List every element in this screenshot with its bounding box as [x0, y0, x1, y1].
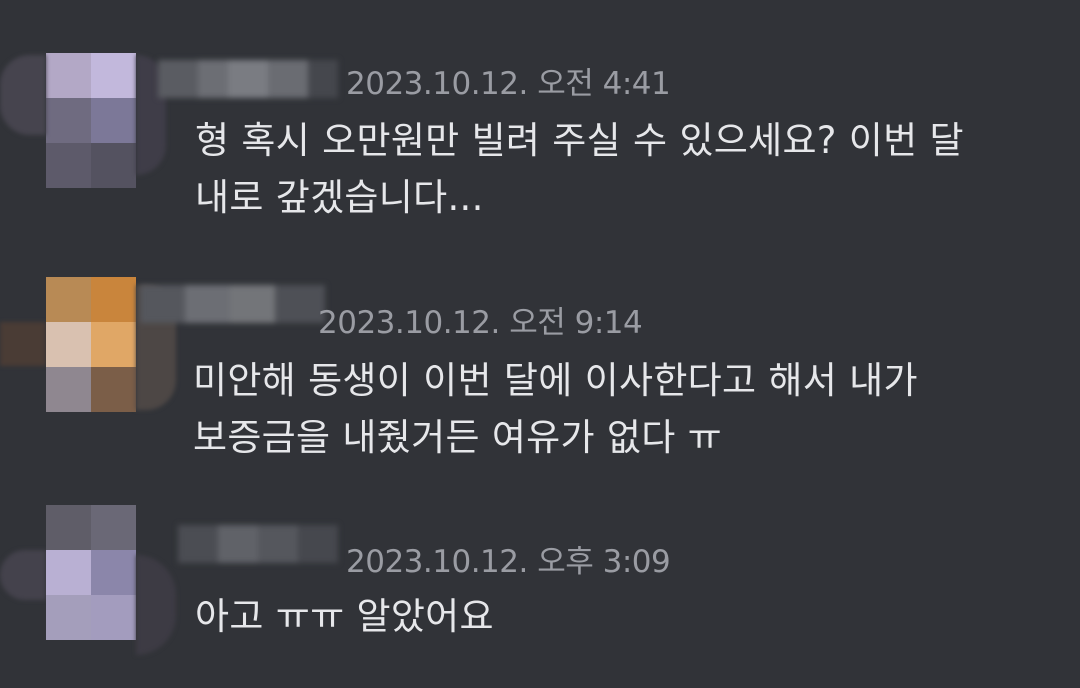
message-line: 내로 갚겠습니다... — [195, 176, 484, 219]
avatar[interactable] — [46, 277, 136, 412]
avatar[interactable] — [46, 53, 136, 188]
message-text: 미안해 동생이 이번 달에 이사한다고 해서 내가 보증금을 내줬거든 여유가 … — [193, 352, 918, 466]
message-timestamp: 2023.10.12. 오후 3:09 — [346, 544, 671, 580]
username[interactable] — [140, 285, 325, 325]
message-timestamp: 2023.10.12. 오전 4:41 — [346, 66, 671, 102]
username[interactable] — [158, 60, 338, 100]
message-timestamp: 2023.10.12. 오전 9:14 — [318, 305, 643, 341]
message-text: 아고 ㅠㅠ 알았어요 — [195, 588, 494, 645]
chat-message-list: 2023.10.12. 오전 4:41 형 혹시 오만원만 빌려 주실 수 있으… — [0, 0, 1080, 688]
message-line: 형 혹시 오만원만 빌려 주실 수 있으세요? 이번 달 — [195, 119, 964, 162]
message-text: 형 혹시 오만원만 빌려 주실 수 있으세요? 이번 달 내로 갚겠습니다... — [195, 112, 964, 226]
message-line: 미안해 동생이 이번 달에 이사한다고 해서 내가 — [193, 359, 918, 402]
message-line: 보증금을 내줬거든 여유가 없다 ㅠ — [193, 416, 723, 459]
message-line: 아고 ㅠㅠ 알았어요 — [195, 595, 494, 638]
avatar[interactable] — [46, 505, 136, 640]
username[interactable] — [178, 525, 338, 565]
